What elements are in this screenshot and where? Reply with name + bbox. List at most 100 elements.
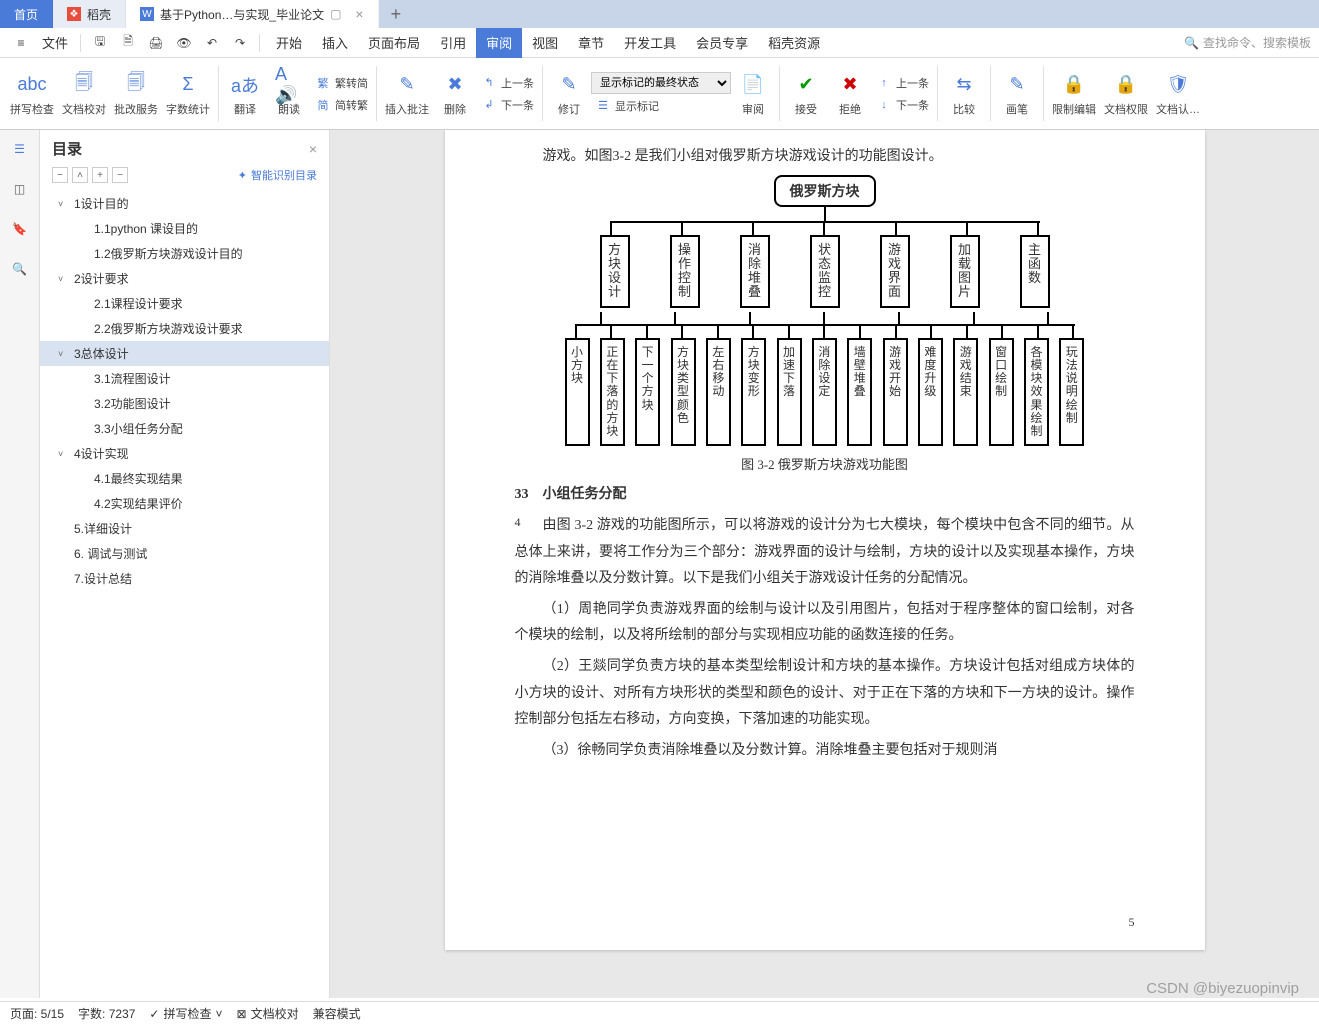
restrict-edit-button[interactable]: 🔒限制编辑: [1048, 62, 1100, 125]
smart-detect-label: 智能识别目录: [251, 167, 317, 183]
insert-comment-button[interactable]: ✎插入批注: [381, 62, 433, 125]
diagram-box: 各模块效果绘制: [1024, 338, 1049, 446]
menu-tab-4[interactable]: 审阅: [476, 28, 522, 58]
review-label: 审阅: [742, 101, 764, 117]
reject-button[interactable]: ✖拒绝: [828, 62, 872, 125]
outline-item[interactable]: ˅4设计实现: [40, 441, 329, 466]
outline-title: 目录: [52, 138, 82, 159]
menu-tab-6[interactable]: 章节: [568, 28, 614, 58]
menu-tab-5[interactable]: 视图: [522, 28, 568, 58]
diagram-box: 小方块: [565, 338, 590, 446]
bookmark-rail-icon[interactable]: 🔖: [9, 218, 31, 240]
separator: [376, 66, 377, 121]
accept-icon: ✔: [792, 71, 820, 99]
jianfan-button[interactable]: 简简转繁: [311, 95, 372, 115]
markup-state-select[interactable]: 显示标记的最终状态: [591, 72, 731, 94]
status-page[interactable]: 页面: 5/15: [10, 1005, 64, 1022]
outline-rail-icon[interactable]: ☰: [9, 138, 31, 160]
tab-doc1[interactable]: ❖稻壳: [53, 0, 126, 28]
outline-item[interactable]: 5.详细设计: [40, 516, 329, 541]
doc-perm-button[interactable]: 🔒文档权限: [1100, 62, 1152, 125]
translate-button[interactable]: aあ翻译: [223, 62, 267, 125]
tab-doc2[interactable]: W 基于Python…与实现_毕业论文 ▢ ×: [126, 0, 379, 28]
compare-button[interactable]: ⇆比较: [942, 62, 986, 125]
undo-icon[interactable]: ↶: [199, 31, 225, 55]
spell-check-button[interactable]: abc拼写检查: [6, 62, 58, 125]
proof-label: 文档校对: [62, 101, 106, 117]
show-markup-button[interactable]: ☰显示标记: [591, 96, 731, 116]
read-label: 朗读: [278, 101, 300, 117]
print-icon[interactable]: 🖨: [143, 31, 169, 55]
status-spell[interactable]: ✓拼写检查 ˅: [149, 1005, 222, 1022]
status-bar: 页面: 5/15 字数: 7237 ✓拼写检查 ˅ ⊠文档校对 兼容模式: [0, 1001, 1319, 1025]
doc-top-line: 游戏。如图3-2 是我们小组对俄罗斯方块游戏设计的功能图设计。: [515, 144, 1135, 171]
close-icon[interactable]: ×: [355, 6, 363, 22]
diagram-box: 方块类型颜色: [671, 338, 696, 446]
prev-comment-button[interactable]: ↰上一条: [477, 73, 538, 93]
bulk-button[interactable]: 🗐批改服务: [110, 62, 162, 125]
proof-button[interactable]: 🗐文档校对: [58, 62, 110, 125]
review-button[interactable]: 📄审阅: [731, 62, 775, 125]
search-rail-icon[interactable]: 🔍: [9, 258, 31, 280]
ai-icon: ✦: [238, 169, 247, 182]
fanjian-button[interactable]: 繁繁转简: [311, 73, 372, 93]
compare-label: 比较: [953, 101, 975, 117]
outline-item[interactable]: 4.2实现结果评价: [40, 491, 329, 516]
file-menu[interactable]: 文件: [36, 33, 74, 52]
hamburger-icon[interactable]: ≡: [8, 31, 34, 55]
outline-item[interactable]: ˅2设计要求: [40, 266, 329, 291]
menu-tab-7[interactable]: 开发工具: [614, 28, 686, 58]
tab-home[interactable]: 首页: [0, 0, 53, 28]
next-change-button[interactable]: ↓下一条: [872, 95, 933, 115]
outline-item[interactable]: 4.1最终实现结果: [40, 466, 329, 491]
outline-item[interactable]: 1.1python 课设目的: [40, 216, 329, 241]
menu-tab-3[interactable]: 引用: [430, 28, 476, 58]
collapse-all-icon[interactable]: −: [52, 167, 68, 183]
expand-all-icon[interactable]: ˄: [72, 167, 88, 183]
close-panel-icon[interactable]: ×: [309, 141, 317, 157]
doc-auth-button[interactable]: 🛡文档认…: [1152, 62, 1204, 125]
outline-item[interactable]: 6. 调试与测试: [40, 541, 329, 566]
diagram-box: 主函数: [1020, 235, 1050, 308]
status-words[interactable]: 字数: 7237: [78, 1005, 135, 1022]
smart-detect-button[interactable]: ✦ 智能识别目录: [238, 167, 317, 183]
shapes-rail-icon[interactable]: ◫: [9, 178, 31, 200]
remove-item-icon[interactable]: −: [112, 167, 128, 183]
outline-item[interactable]: 2.1课程设计要求: [40, 291, 329, 316]
outline-item[interactable]: ˅3总体设计: [40, 341, 329, 366]
reject-label: 拒绝: [839, 101, 861, 117]
add-item-icon[interactable]: +: [92, 167, 108, 183]
accept-button[interactable]: ✔接受: [784, 62, 828, 125]
read-button[interactable]: A🔊朗读: [267, 62, 311, 125]
document-area[interactable]: 游戏。如图3-2 是我们小组对俄罗斯方块游戏设计的功能图设计。 俄罗斯方块 方块…: [330, 130, 1319, 998]
brush-button[interactable]: ✎画笔: [995, 62, 1039, 125]
bulk-label: 批改服务: [114, 101, 158, 117]
outline-item[interactable]: 2.2俄罗斯方块游戏设计要求: [40, 316, 329, 341]
wordcount-button[interactable]: Σ字数统计: [162, 62, 214, 125]
menu-tab-8[interactable]: 会员专享: [686, 28, 758, 58]
prev-change-button[interactable]: ↑上一条: [872, 73, 933, 93]
preview-icon[interactable]: 👁: [171, 31, 197, 55]
outline-item[interactable]: 3.2功能图设计: [40, 391, 329, 416]
outline-item[interactable]: ˅1设计目的: [40, 191, 329, 216]
outline-item-label: 4.2实现结果评价: [94, 495, 183, 512]
outline-item[interactable]: 1.2俄罗斯方块游戏设计目的: [40, 241, 329, 266]
menu-tab-1[interactable]: 插入: [312, 28, 358, 58]
redo-icon[interactable]: ↷: [227, 31, 253, 55]
outline-item[interactable]: 3.3小组任务分配: [40, 416, 329, 441]
check-icon: ✓: [149, 1007, 159, 1021]
tab-add[interactable]: +: [379, 0, 414, 28]
status-proof[interactable]: ⊠文档校对: [237, 1005, 299, 1022]
save-icon[interactable]: 🖫: [87, 31, 113, 55]
save-as-icon[interactable]: 🗎: [115, 31, 141, 55]
delete-comment-button[interactable]: ✖删除: [433, 62, 477, 125]
tab-dup-icon[interactable]: ▢: [330, 7, 341, 21]
menu-tab-0[interactable]: 开始: [266, 28, 312, 58]
outline-item[interactable]: 7.设计总结: [40, 566, 329, 591]
next-comment-button[interactable]: ↲下一条: [477, 95, 538, 115]
revise-button[interactable]: ✎修订: [547, 62, 591, 125]
search-box[interactable]: 🔍 查找命令、搜索模板: [1184, 34, 1311, 51]
menu-tab-9[interactable]: 稻壳资源: [758, 28, 830, 58]
outline-item[interactable]: 3.1流程图设计: [40, 366, 329, 391]
menu-tab-2[interactable]: 页面布局: [358, 28, 430, 58]
